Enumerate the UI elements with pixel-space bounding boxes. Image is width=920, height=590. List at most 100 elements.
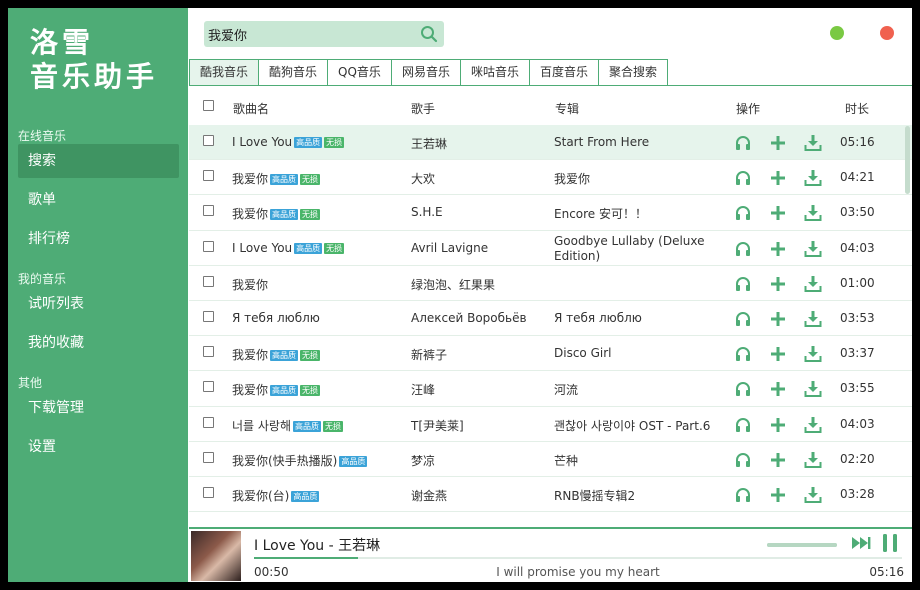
add-icon[interactable] bbox=[769, 380, 787, 398]
listen-icon[interactable] bbox=[734, 275, 752, 293]
listen-icon[interactable] bbox=[734, 486, 752, 504]
download-icon[interactable] bbox=[804, 345, 822, 363]
sidebar-item-playlists[interactable]: 歌单 bbox=[18, 183, 179, 217]
album-cover[interactable] bbox=[191, 531, 241, 581]
add-icon[interactable] bbox=[769, 345, 787, 363]
lyric-line: I will promise you my heart bbox=[496, 565, 660, 579]
sidebar-item-charts[interactable]: 排行榜 bbox=[18, 222, 179, 256]
lossless-badge: 无损 bbox=[300, 350, 321, 362]
progress-fill bbox=[254, 557, 358, 559]
table-row[interactable]: 너를 사랑해 高品质 无损 T[尹美莱] 괜찮아 사랑이야 OST - Part.6 04… bbox=[189, 407, 912, 442]
song-list: I Love You 高品质 无损 王若琳 Start From Here 05:16 我爱… bbox=[189, 125, 912, 513]
song-name: I Love You bbox=[232, 135, 293, 149]
table-row[interactable]: I Love You 高品质 无损 王若琳 Start From Here 05:16 bbox=[189, 125, 912, 161]
volume-slider[interactable] bbox=[767, 543, 837, 547]
select-all-checkbox[interactable] bbox=[203, 100, 214, 111]
hq-badge: 高品质 bbox=[294, 137, 323, 148]
row-checkbox[interactable] bbox=[203, 135, 214, 146]
download-icon[interactable] bbox=[804, 275, 822, 293]
hq-badge: 高品质 bbox=[293, 420, 322, 432]
add-icon[interactable] bbox=[769, 416, 787, 434]
download-icon[interactable] bbox=[804, 134, 822, 152]
lossless-badge: 无损 bbox=[323, 420, 344, 432]
song-name-cell: I Love You 高品质 无损 bbox=[232, 241, 345, 255]
add-icon[interactable] bbox=[769, 204, 787, 222]
listen-icon[interactable] bbox=[734, 310, 752, 328]
row-checkbox[interactable] bbox=[203, 346, 214, 358]
duration-cell: 04:03 bbox=[840, 416, 875, 431]
close-button[interactable] bbox=[880, 26, 894, 40]
add-icon[interactable] bbox=[769, 169, 787, 187]
header-name: 歌曲名 bbox=[233, 102, 270, 116]
pause-icon[interactable] bbox=[881, 533, 899, 553]
add-icon[interactable] bbox=[769, 134, 787, 152]
row-checkbox[interactable] bbox=[203, 240, 214, 252]
duration-cell: 04:21 bbox=[840, 170, 875, 185]
add-icon[interactable] bbox=[769, 451, 787, 469]
row-checkbox[interactable] bbox=[203, 486, 214, 498]
volume-fill bbox=[767, 543, 837, 547]
row-checkbox[interactable] bbox=[203, 170, 214, 182]
table-row[interactable]: 我爱你 绿泡泡、红果果 01:00 bbox=[189, 266, 912, 301]
song-name-cell: 我爱你 高品质 无损 bbox=[232, 170, 321, 187]
table-row[interactable]: Я тебя люблю Алексей Воробьёв Я тебя люблю… bbox=[189, 301, 912, 337]
download-icon[interactable] bbox=[804, 240, 822, 258]
row-checkbox[interactable] bbox=[203, 451, 214, 463]
add-icon[interactable] bbox=[769, 240, 787, 258]
row-checkbox[interactable] bbox=[203, 416, 214, 428]
listen-icon[interactable] bbox=[734, 416, 752, 434]
listen-icon[interactable] bbox=[734, 134, 752, 152]
download-icon[interactable] bbox=[804, 451, 822, 469]
download-icon[interactable] bbox=[804, 416, 822, 434]
table-row[interactable]: 我爱你 高品质 无损 大欢 我爱你 04:21 bbox=[189, 160, 912, 196]
tab-6[interactable]: 聚合搜索 bbox=[598, 59, 668, 86]
tab-1[interactable]: 酷狗音乐 bbox=[259, 59, 329, 86]
row-checkbox[interactable] bbox=[203, 275, 214, 287]
download-icon[interactable] bbox=[804, 204, 822, 222]
next-track-icon[interactable] bbox=[851, 535, 871, 551]
row-checkbox[interactable] bbox=[203, 205, 214, 217]
duration-cell: 03:37 bbox=[840, 346, 875, 361]
tab-4[interactable]: 咪咕音乐 bbox=[460, 59, 530, 86]
row-checkbox[interactable] bbox=[203, 381, 214, 393]
table-row[interactable]: 我爱你(快手热播版) 高品质 梦凉 芒种 02:20 bbox=[189, 442, 912, 477]
download-icon[interactable] bbox=[804, 169, 822, 187]
row-checkbox[interactable] bbox=[203, 310, 214, 322]
sidebar-item-favorites[interactable]: 我的收藏 bbox=[18, 326, 179, 360]
table-row[interactable]: 我爱你(台) 高品质 谢金燕 RNB慢摇专辑2 03:28 bbox=[189, 477, 912, 513]
download-icon[interactable] bbox=[804, 486, 822, 504]
tab-3[interactable]: 网易音乐 bbox=[391, 59, 461, 86]
listen-icon[interactable] bbox=[734, 345, 752, 363]
sidebar-item-settings[interactable]: 设置 bbox=[18, 430, 179, 464]
app-window: 洛雪 音乐助手 在线音乐 搜索 歌单 排行榜 我的音乐 试听列表 我的收藏 其他… bbox=[8, 8, 912, 582]
listen-icon[interactable] bbox=[734, 169, 752, 187]
table-row[interactable]: 我爱你 高品质 无损 新裤子 Disco Girl 03:37 bbox=[189, 336, 912, 372]
download-icon[interactable] bbox=[804, 310, 822, 328]
table-row[interactable]: I Love You 高品质 无损 Avril Lavigne Goodbye Lull… bbox=[189, 231, 912, 266]
minimize-button[interactable] bbox=[830, 26, 844, 40]
listen-icon[interactable] bbox=[734, 204, 752, 222]
table-row[interactable]: 我爱你 高品质 无损 汪峰 河流 03:55 bbox=[189, 371, 912, 407]
search-icon[interactable] bbox=[420, 25, 438, 43]
listen-icon[interactable] bbox=[734, 240, 752, 258]
add-icon[interactable] bbox=[769, 310, 787, 328]
sidebar-item-trial-list[interactable]: 试听列表 bbox=[18, 287, 179, 321]
tab-0[interactable]: 酷我音乐 bbox=[189, 59, 260, 86]
duration-cell: 02:20 bbox=[840, 451, 875, 466]
sidebar-item-downloads[interactable]: 下载管理 bbox=[18, 391, 179, 425]
sidebar-item-search[interactable]: 搜索 bbox=[18, 144, 179, 178]
duration-cell: 03:28 bbox=[840, 486, 875, 501]
add-icon[interactable] bbox=[769, 275, 787, 293]
download-icon[interactable] bbox=[804, 380, 822, 398]
tab-divider bbox=[189, 85, 912, 86]
table-row[interactable]: 我爱你 高品质 无损 S.H.E Encore 安可！！ 03:50 bbox=[189, 195, 912, 231]
search-input[interactable] bbox=[208, 24, 413, 44]
tab-5[interactable]: 百度音乐 bbox=[529, 59, 599, 86]
add-icon[interactable] bbox=[769, 486, 787, 504]
section-title-my-music: 我的音乐 bbox=[18, 272, 67, 286]
scrollbar-thumb[interactable] bbox=[905, 126, 910, 194]
progress-bar[interactable] bbox=[254, 557, 902, 559]
listen-icon[interactable] bbox=[734, 380, 752, 398]
tab-2[interactable]: QQ音乐 bbox=[328, 59, 392, 86]
listen-icon[interactable] bbox=[734, 451, 752, 469]
